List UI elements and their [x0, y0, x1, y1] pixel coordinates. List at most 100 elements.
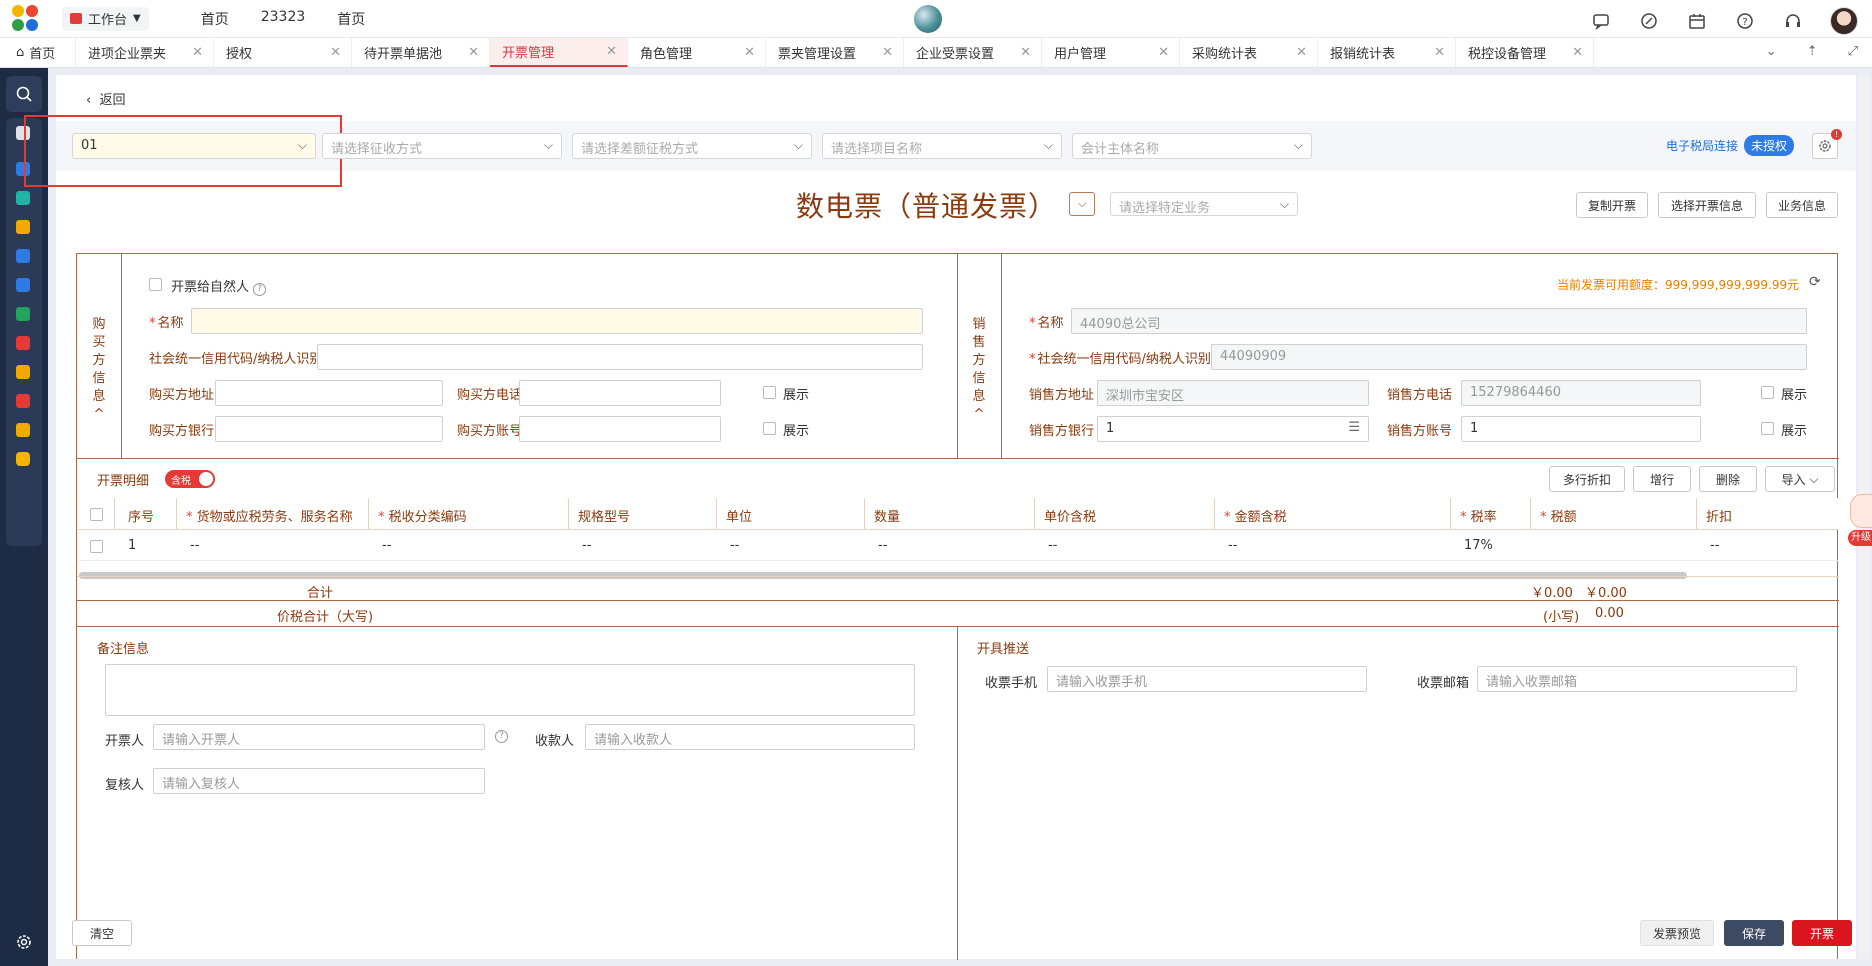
close-icon[interactable]: ✕: [1296, 45, 1307, 60]
expand-icon[interactable]: ⤢: [1848, 44, 1858, 59]
tab-item[interactable]: 企业受票设置 ✕: [904, 38, 1042, 67]
remarks-textarea[interactable]: [105, 664, 915, 716]
unit-cell[interactable]: --: [730, 538, 739, 553]
payee-input[interactable]: 请输入收款人: [585, 724, 915, 750]
list-icon[interactable]: ☰: [1348, 420, 1360, 435]
tab-item[interactable]: 进项企业票夹 ✕: [76, 38, 214, 67]
buyer-phone-input[interactable]: [519, 380, 721, 406]
special-business-select[interactable]: 请选择特定业务 ⌵: [1110, 192, 1298, 216]
seller-show-checkbox[interactable]: [1761, 386, 1774, 399]
import-button[interactable]: 导入 ⌵: [1765, 466, 1835, 492]
close-icon[interactable]: ✕: [1572, 45, 1583, 60]
seller-name-input[interactable]: 44090总公司: [1071, 308, 1807, 334]
avatar[interactable]: [1830, 7, 1858, 35]
edit-icon[interactable]: [1638, 10, 1660, 32]
seller-show-checkbox[interactable]: [1761, 422, 1774, 435]
tab-item[interactable]: 采购统计表 ✕: [1180, 38, 1318, 67]
multi-discount-button[interactable]: 多行折扣: [1549, 466, 1625, 492]
close-icon[interactable]: ✕: [330, 45, 341, 60]
tax-type-select[interactable]: 01 ⌵: [72, 133, 316, 159]
tab-item[interactable]: 授权 ✕: [214, 38, 352, 67]
table-row[interactable]: 1 -- -- -- -- -- -- -- 17% --: [78, 531, 1838, 561]
status-badge[interactable]: 未授权: [1743, 135, 1794, 156]
calendar-icon[interactable]: [1686, 10, 1708, 32]
close-icon[interactable]: ✕: [606, 44, 617, 59]
settings-button[interactable]: !: [1812, 129, 1842, 159]
goods-name-cell[interactable]: --: [190, 538, 199, 553]
close-icon[interactable]: ✕: [1434, 45, 1445, 60]
clear-button[interactable]: 清空: [72, 920, 132, 946]
drawer-input[interactable]: 请输入开票人: [153, 724, 485, 750]
headset-icon[interactable]: [1782, 10, 1804, 32]
pdf-icon[interactable]: [16, 336, 30, 350]
project-name-select[interactable]: 请选择项目名称 ⌵: [822, 133, 1062, 159]
quantity-cell[interactable]: --: [878, 538, 887, 553]
difference-tax-select[interactable]: 请选择差额征税方式 ⌵: [572, 133, 812, 159]
tab-item[interactable]: 角色管理 ✕: [628, 38, 766, 67]
upload-icon[interactable]: ⇡: [1807, 44, 1818, 59]
top-nav-item[interactable]: 首页: [201, 9, 229, 29]
buyer-bank-input[interactable]: [215, 416, 443, 442]
seller-bank-input[interactable]: 1 ☰: [1097, 416, 1369, 442]
discount-cell[interactable]: --: [1710, 538, 1719, 553]
copy-invoice-button[interactable]: 复制开票: [1576, 192, 1648, 218]
spec-cell[interactable]: --: [582, 538, 591, 553]
close-icon[interactable]: ✕: [1020, 45, 1031, 60]
tax-rate-cell[interactable]: 17%: [1464, 538, 1493, 553]
top-nav-item[interactable]: 首页: [337, 9, 365, 29]
add-row-button[interactable]: 增行: [1633, 466, 1691, 492]
app-logo-icon[interactable]: [12, 4, 40, 33]
issue-invoice-button[interactable]: 开票: [1792, 920, 1852, 946]
tax-included-toggle[interactable]: 含税: [165, 470, 215, 488]
coin-icon[interactable]: [16, 452, 30, 466]
tab-item[interactable]: 报销统计表 ✕: [1318, 38, 1456, 67]
workspace-button[interactable]: 工作台 ▼: [62, 6, 149, 31]
natural-person-checkbox[interactable]: [149, 278, 162, 291]
title-dropdown-button[interactable]: ⌵: [1069, 192, 1095, 216]
business-info-button[interactable]: 业务信息: [1766, 192, 1838, 218]
folder-red-icon[interactable]: [16, 394, 30, 408]
sheet-icon[interactable]: [16, 307, 30, 321]
close-icon[interactable]: ✕: [468, 45, 479, 60]
search-icon[interactable]: [6, 76, 42, 112]
doc-icon[interactable]: [16, 249, 30, 263]
tab-item[interactable]: 票夹管理设置 ✕: [766, 38, 904, 67]
seller-phone-input[interactable]: 15279864460: [1461, 380, 1701, 406]
tab-item[interactable]: 用户管理 ✕: [1042, 38, 1180, 67]
globe-icon[interactable]: [914, 5, 942, 33]
push-phone-input[interactable]: 请输入收票手机: [1047, 666, 1367, 692]
back-link[interactable]: ‹ 返回: [86, 89, 125, 108]
chevron-up-icon[interactable]: ^: [969, 406, 989, 424]
buyer-show-checkbox[interactable]: [763, 422, 776, 435]
close-icon[interactable]: ✕: [744, 45, 755, 60]
refresh-icon[interactable]: ⟳: [1809, 274, 1821, 290]
seller-tax-id-input[interactable]: 44090909: [1211, 344, 1807, 370]
chevron-down-icon[interactable]: ⌄: [1766, 44, 1777, 59]
users-icon[interactable]: [16, 365, 30, 379]
tab-home[interactable]: ⌂ 首页: [0, 38, 76, 67]
list-icon[interactable]: [16, 423, 30, 437]
close-icon[interactable]: ✕: [192, 45, 203, 60]
tab-item-active[interactable]: 开票管理 ✕: [490, 38, 628, 67]
save-button[interactable]: 保存: [1724, 920, 1784, 946]
help-icon[interactable]: ?: [253, 283, 267, 296]
tax-code-cell[interactable]: --: [382, 538, 391, 553]
tab-item[interactable]: 待开票单据池 ✕: [352, 38, 490, 67]
buyer-show-checkbox[interactable]: [763, 386, 776, 399]
help-icon[interactable]: ?: [495, 730, 508, 743]
accounting-entity-select[interactable]: 会计主体名称 ⌵: [1072, 133, 1312, 159]
chevron-up-icon[interactable]: ^: [89, 406, 109, 424]
buyer-tax-id-input[interactable]: [317, 344, 923, 370]
buyer-address-input[interactable]: [215, 380, 443, 406]
top-nav-item[interactable]: 23323: [261, 9, 306, 29]
preview-button[interactable]: 发票预览: [1640, 920, 1714, 946]
seller-address-input[interactable]: 深圳市宝安区: [1097, 380, 1369, 406]
box-icon[interactable]: [16, 191, 30, 205]
select-all-checkbox[interactable]: [90, 508, 103, 521]
select-invoice-info-button[interactable]: 选择开票信息: [1658, 192, 1756, 218]
briefcase-icon[interactable]: [16, 278, 30, 292]
tab-item[interactable]: 税控设备管理 ✕: [1456, 38, 1594, 67]
amount-cell[interactable]: --: [1228, 538, 1237, 553]
close-icon[interactable]: ✕: [1158, 45, 1169, 60]
seller-account-input[interactable]: 1: [1461, 416, 1701, 442]
